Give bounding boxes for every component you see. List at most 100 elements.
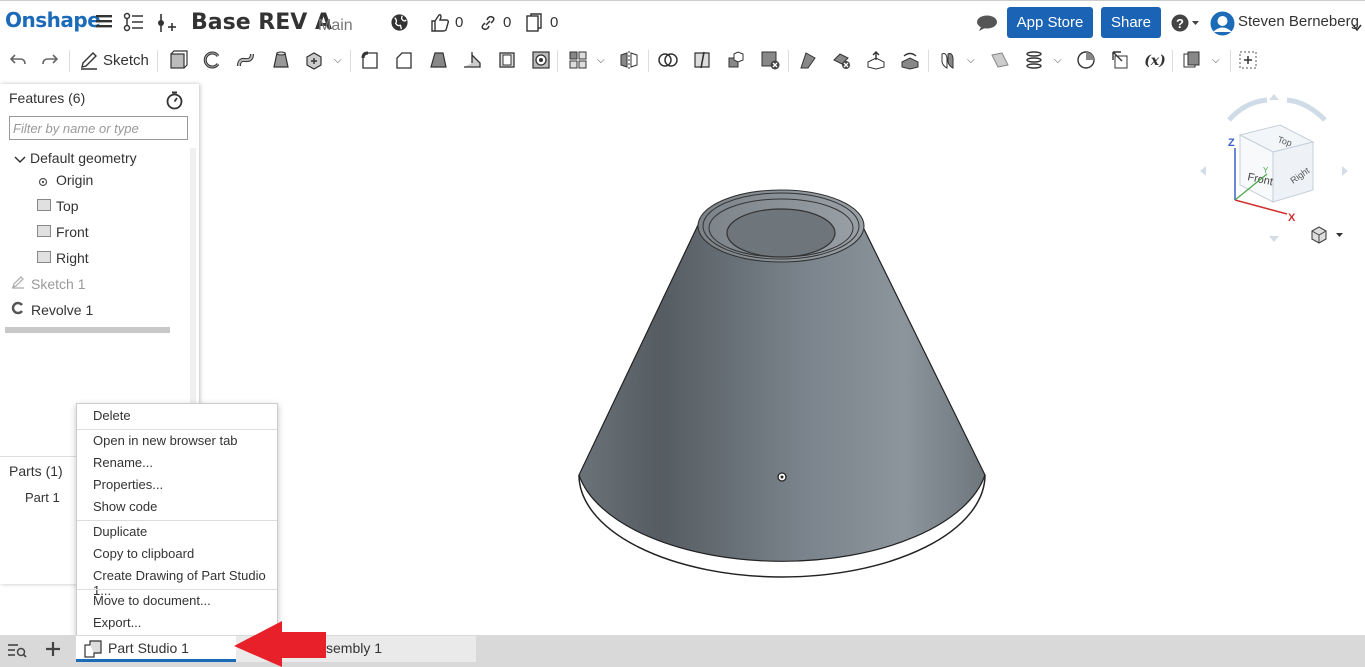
rollback-bar[interactable] xyxy=(5,327,170,333)
axis-y-label: Y xyxy=(1263,166,1269,175)
tree-front-plane[interactable]: Front xyxy=(56,224,89,240)
link-icon[interactable] xyxy=(480,15,496,36)
modify-fillet-icon[interactable] xyxy=(798,50,818,70)
delete-part-icon[interactable] xyxy=(760,50,780,70)
annotation-arrow xyxy=(234,621,326,667)
tree-top-plane[interactable]: Top xyxy=(56,198,79,214)
menu-item-copy-to-clipboard[interactable]: Copy to clipboard xyxy=(93,546,194,561)
part-model[interactable] xyxy=(560,180,1000,590)
delete-face-icon[interactable] xyxy=(832,50,852,70)
globe-icon[interactable] xyxy=(390,13,409,37)
onshape-logo[interactable]: Onshape xyxy=(5,8,101,32)
tree-sketch-1[interactable]: Sketch 1 xyxy=(31,276,85,292)
tab-context-menu: Delete Open in new browser tab Rename...… xyxy=(76,403,278,637)
sketch-button[interactable]: Sketch xyxy=(103,52,149,69)
chevron-down-icon[interactable]: ⌵ xyxy=(334,55,342,66)
move-face-icon[interactable] xyxy=(866,50,886,70)
add-tab-icon[interactable] xyxy=(45,641,61,662)
share-button[interactable]: Share xyxy=(1101,7,1161,38)
plane-icon xyxy=(37,251,51,263)
app-store-button[interactable]: App Store xyxy=(1007,7,1093,38)
boolean-icon[interactable] xyxy=(658,50,678,70)
tree-origin[interactable]: Origin xyxy=(56,172,93,188)
chevron-down-icon[interactable]: ⌵ xyxy=(967,55,975,66)
offset-surface-icon[interactable] xyxy=(938,50,958,70)
svg-text:(x): (x) xyxy=(1144,53,1166,69)
parts-title: Parts (1) xyxy=(9,463,63,479)
features-title: Features (6) xyxy=(9,90,86,106)
like-icon[interactable] xyxy=(430,13,450,37)
svg-text:?: ? xyxy=(1176,16,1184,31)
hole-icon[interactable] xyxy=(531,50,551,70)
chevron-down-icon[interactable] xyxy=(14,152,26,170)
draft-icon[interactable] xyxy=(428,50,448,70)
menu-item-show-code[interactable]: Show code xyxy=(93,499,157,514)
menu-icon[interactable] xyxy=(95,12,113,35)
custom-features-icon[interactable] xyxy=(1182,50,1202,70)
measure-icon[interactable] xyxy=(1076,50,1096,70)
view-options-cube-icon[interactable] xyxy=(1310,226,1344,249)
part-list-item[interactable]: Part 1 xyxy=(25,490,60,505)
axis-x-label: X xyxy=(1288,212,1296,224)
feature-filter-input[interactable]: Filter by name or type xyxy=(9,116,188,140)
tab-label: Part Studio 1 xyxy=(108,640,189,656)
avatar[interactable] xyxy=(1210,11,1235,41)
menu-item-export[interactable]: Export... xyxy=(93,615,141,630)
plane-icon xyxy=(37,199,51,211)
sketch-icon xyxy=(11,275,25,294)
menu-item-open-new-tab[interactable]: Open in new browser tab xyxy=(93,433,238,448)
branch-name: Main xyxy=(318,17,353,34)
transform-icon[interactable] xyxy=(726,50,746,70)
menu-item-delete[interactable]: Delete xyxy=(93,408,131,423)
chevron-down-icon[interactable]: ⌵ xyxy=(597,55,605,66)
revolve-icon[interactable] xyxy=(202,50,222,70)
tab-manager-icon[interactable] xyxy=(7,642,27,663)
chevron-down-icon[interactable]: ⌵ xyxy=(1054,55,1062,66)
origin-icon xyxy=(38,174,48,192)
menu-item-rename[interactable]: Rename... xyxy=(93,455,153,470)
tab-part-studio-1[interactable]: Part Studio 1 xyxy=(76,636,236,662)
rollback-timer-icon[interactable] xyxy=(165,91,184,115)
fillet-icon[interactable] xyxy=(360,50,380,70)
chevron-down-icon[interactable]: ⌵ xyxy=(1212,55,1220,66)
tab-label: sembly 1 xyxy=(326,640,383,656)
versions-icon[interactable] xyxy=(123,12,145,37)
revolve-icon xyxy=(11,301,25,320)
plane-icon xyxy=(37,225,51,237)
document-title[interactable]: Base REV A xyxy=(191,10,332,35)
loft-icon[interactable] xyxy=(271,50,291,70)
split-icon[interactable] xyxy=(692,50,712,70)
menu-item-duplicate[interactable]: Duplicate xyxy=(93,524,147,539)
sweep-icon[interactable] xyxy=(236,50,256,70)
undo-icon[interactable] xyxy=(8,50,28,70)
like-count: 0 xyxy=(455,14,464,31)
tree-default-geometry[interactable]: Default geometry xyxy=(30,150,137,166)
helix-icon[interactable] xyxy=(1024,50,1044,70)
plane-icon[interactable] xyxy=(990,50,1010,70)
menu-item-properties[interactable]: Properties... xyxy=(93,477,163,492)
help-icon[interactable]: ? xyxy=(1171,13,1201,38)
copy-icon[interactable] xyxy=(526,13,543,37)
user-chevron-down-icon[interactable] xyxy=(1352,19,1362,37)
user-name[interactable]: Steven Berneberg xyxy=(1238,13,1359,30)
thicken-icon[interactable] xyxy=(304,50,324,70)
extrude-icon[interactable] xyxy=(168,50,188,70)
variable-icon[interactable]: (x) xyxy=(1143,50,1167,70)
replace-face-icon[interactable] xyxy=(900,50,920,70)
insert-part-icon[interactable] xyxy=(1110,50,1130,70)
sketch-pencil-icon[interactable] xyxy=(79,50,99,70)
pattern-icon[interactable] xyxy=(568,50,588,70)
tree-right-plane[interactable]: Right xyxy=(56,250,89,266)
chamfer-icon[interactable] xyxy=(394,50,414,70)
axis-z-label: Z xyxy=(1228,137,1235,149)
redo-icon[interactable] xyxy=(40,50,60,70)
shell-icon[interactable] xyxy=(497,50,517,70)
menu-item-move-to-document[interactable]: Move to document... xyxy=(93,593,211,608)
branch-icon[interactable] xyxy=(155,12,177,39)
rib-icon[interactable] xyxy=(462,50,482,70)
add-custom-feature-icon[interactable] xyxy=(1238,50,1258,70)
mirror-icon[interactable] xyxy=(619,50,639,70)
tree-revolve-1[interactable]: Revolve 1 xyxy=(31,302,93,318)
comments-icon[interactable] xyxy=(976,14,998,37)
link-count: 0 xyxy=(503,14,512,31)
